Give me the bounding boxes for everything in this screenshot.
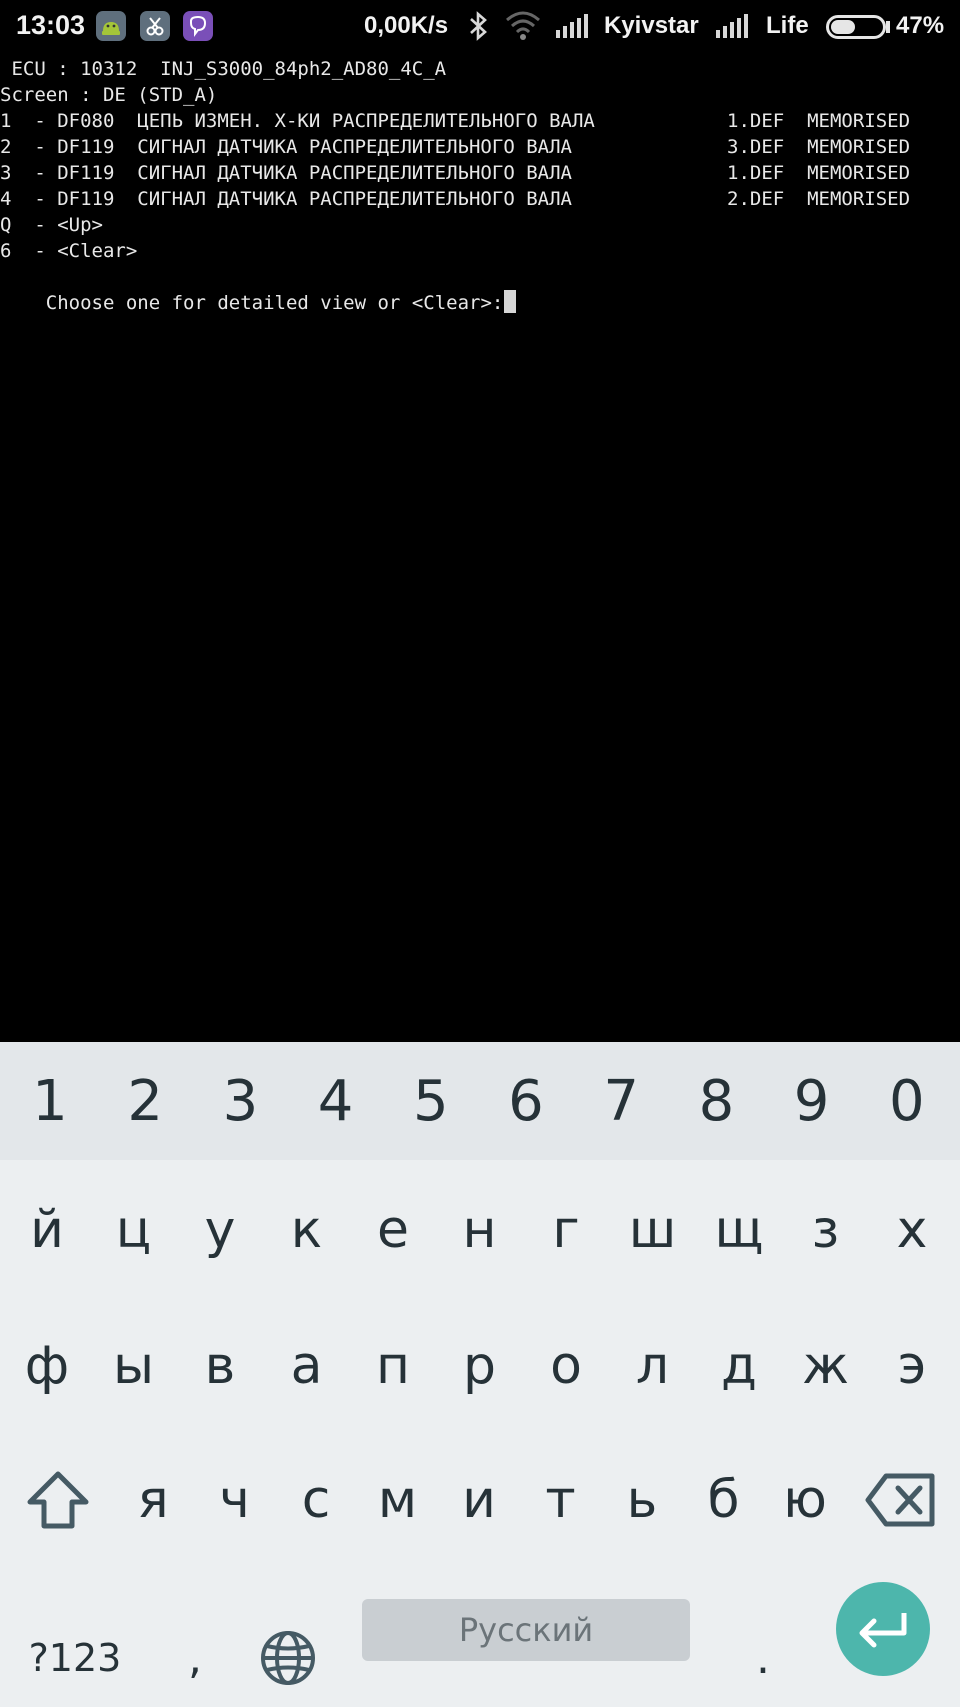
number-key[interactable]: 8 [668,1042,764,1160]
letter-key[interactable]: п [349,1306,437,1426]
letter-key[interactable]: э [868,1306,956,1426]
letter-key[interactable]: д [695,1306,783,1426]
fault-text: 1 - DF080 ЦЕПЬ ИЗМЕН. Х-КИ РАСПРЕДЕЛИТЕЛ… [0,110,595,132]
comma-key[interactable]: , [160,1620,230,1696]
symbols-key[interactable]: ?123 [20,1620,130,1696]
space-key[interactable]: Русский [362,1599,690,1661]
letter-key[interactable]: в [176,1306,264,1426]
globe-icon [261,1631,315,1685]
number-key[interactable]: 3 [192,1042,288,1160]
number-key[interactable]: 2 [97,1042,193,1160]
terminal-output[interactable]: ECU : 10312 INJ_S3000_84ph2_AD80_4C_A Sc… [0,54,960,1042]
fault-status: 1.DEF MEMORISED [727,162,911,184]
letter-key[interactable]: х [868,1170,956,1290]
letter-key[interactable]: щ [695,1170,783,1290]
status-bar: 13:03 0,00K/s Kyivstar Life 47% [0,0,960,54]
viber-icon [183,11,213,41]
fault-line: 4 - DF119 СИГНАЛ ДАТЧИКА РАСПРЕДЕЛИТЕЛЬН… [0,186,960,212]
letter-key[interactable]: ц [90,1170,178,1290]
fault-text: 4 - DF119 СИГНАЛ ДАТЧИКА РАСПРЕДЕЛИТЕЛЬН… [0,188,572,210]
letter-key[interactable]: л [609,1306,697,1426]
bluetooth-icon [468,10,490,49]
fault-text: 3 - DF119 СИГНАЛ ДАТЧИКА РАСПРЕДЕЛИТЕЛЬН… [0,162,572,184]
number-key[interactable]: 0 [859,1042,955,1160]
letter-key[interactable]: е [349,1170,437,1290]
letter-key[interactable]: й [3,1170,91,1290]
letter-key[interactable]: б [680,1440,768,1560]
signal-strength-icon [716,14,748,38]
number-key[interactable]: 7 [573,1042,669,1160]
fault-status: 1.DEF MEMORISED [727,110,911,132]
letter-key[interactable]: ф [3,1306,91,1426]
shift-icon [27,1471,89,1529]
letter-key[interactable]: и [435,1440,523,1560]
battery-cap [886,21,890,33]
letter-key[interactable]: о [522,1306,610,1426]
letter-key[interactable]: с [272,1440,360,1560]
number-key[interactable]: 5 [383,1042,479,1160]
option-up: Q - <Up> [0,214,103,236]
letter-key[interactable]: м [354,1440,442,1560]
wifi-icon [505,10,541,47]
battery-icon [826,15,886,39]
letter-key[interactable]: ы [90,1306,178,1426]
letter-key[interactable]: а [263,1306,351,1426]
shift-key[interactable] [8,1440,108,1560]
option-clear: 6 - <Clear> [0,240,138,262]
letter-key[interactable]: ж [782,1306,870,1426]
letter-key[interactable]: з [782,1170,870,1290]
enter-arrow-icon [859,1613,907,1648]
fault-line: 1 - DF080 ЦЕПЬ ИЗМЕН. Х-КИ РАСПРЕДЕЛИТЕЛ… [0,108,960,134]
signal-strength-icon [556,14,588,38]
fault-line: 2 - DF119 СИГНАЛ ДАТЧИКА РАСПРЕДЕЛИТЕЛЬН… [0,134,960,160]
letter-key[interactable]: ч [191,1440,279,1560]
fault-status: 3.DEF MEMORISED [727,136,911,158]
operator-1: Kyivstar [604,12,699,39]
letter-key[interactable]: н [436,1170,524,1290]
clock: 13:03 [16,10,86,40]
language-key[interactable] [248,1620,328,1696]
letter-key[interactable]: ю [761,1440,849,1560]
number-key[interactable]: 9 [764,1042,860,1160]
battery-percent: 47% [896,12,945,39]
number-key[interactable]: 1 [2,1042,98,1160]
android-app-icon [96,11,126,41]
letter-key[interactable]: ш [609,1170,697,1290]
text-cursor [504,290,517,313]
backspace-icon [865,1473,935,1527]
number-key[interactable]: 6 [478,1042,574,1160]
letter-key[interactable]: т [517,1440,605,1560]
fault-text: 2 - DF119 СИГНАЛ ДАТЧИКА РАСПРЕДЕЛИТЕЛЬН… [0,136,572,158]
operator-2: Life [766,12,809,39]
enter-key[interactable] [836,1582,930,1676]
period-key[interactable]: . [728,1620,798,1696]
number-key[interactable]: 4 [288,1042,384,1160]
prompt-text: Choose one for detailed view or <Clear>: [45,292,504,314]
letter-key[interactable]: к [263,1170,351,1290]
ecu-line: ECU : 10312 INJ_S3000_84ph2_AD80_4C_A [0,58,447,80]
screen-line: Screen : DE (STD_A) [0,84,218,106]
fault-line: 3 - DF119 СИГНАЛ ДАТЧИКА РАСПРЕДЕЛИТЕЛЬН… [0,160,960,186]
letter-key[interactable]: ь [598,1440,686,1560]
letter-key[interactable]: р [436,1306,524,1426]
network-speed: 0,00K/s [364,12,449,39]
backspace-key[interactable] [850,1440,950,1560]
letter-key[interactable]: г [522,1170,610,1290]
soft-keyboard: 1234567890 йцукенгшщзх фывапролджэ ячсми… [0,1042,960,1707]
letter-key[interactable]: у [176,1170,264,1290]
prompt-line[interactable]: Choose one for detailed view or <Clear>: [0,264,517,314]
scissors-app-icon [140,11,170,41]
fault-status: 2.DEF MEMORISED [727,188,911,210]
letter-key[interactable]: я [109,1440,197,1560]
